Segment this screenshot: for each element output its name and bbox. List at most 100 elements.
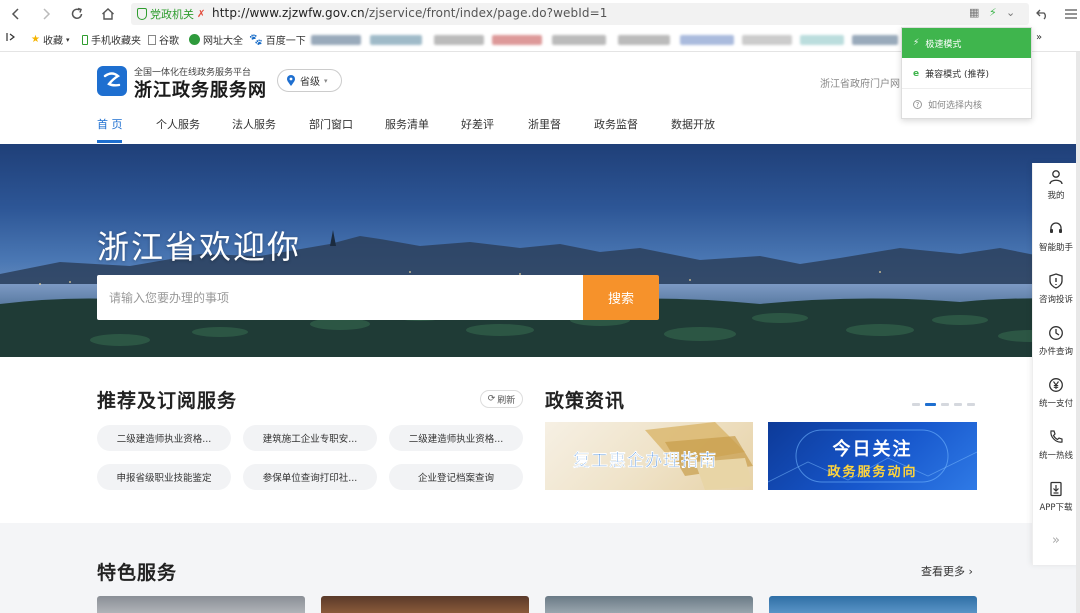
lightning-icon: ⚡ [913,38,920,48]
phone-call-icon [1050,430,1063,443]
lightning-icon[interactable]: ⚡ [989,6,997,19]
bookmark-google[interactable]: 谷歌 [148,32,179,47]
carousel-dot-active[interactable] [925,403,936,406]
undo-icon [1036,9,1046,20]
gov-site-badge[interactable]: 党政机关 ✗ [137,6,205,22]
carousel-dot[interactable] [954,403,962,406]
how-to-choose-link[interactable]: ? 如何选择内核 [902,89,1031,119]
reload-icon [71,7,83,19]
toolbar-complaint[interactable]: 咨询投诉 [1033,267,1079,317]
toolbar-assistant[interactable]: 智能助手 [1033,215,1079,265]
hero-banner: 浙江省欢迎你 搜索 [0,144,1080,357]
nav-personal[interactable]: 个人服务 [156,116,200,132]
bookmark-baidu[interactable]: 🐾 百度一下 [249,32,306,47]
compat-mode-option[interactable]: e 兼容模式 (推荐) [902,59,1031,89]
site-title[interactable]: 浙江政务服务网 [134,76,267,102]
policy-section-title: 政策资讯 [545,390,626,412]
search-button[interactable]: 搜索 [583,275,659,320]
region-label: 省级 [300,77,320,88]
headset-icon [1050,222,1062,233]
bookmark-mobile[interactable]: 手机收藏夹 [82,32,141,47]
fast-mode-option[interactable]: ⚡ 极速模式 [902,28,1031,58]
policy-banner-today[interactable]: 今日关注 政务服务动向 [768,422,977,490]
nav-home[interactable]: 首 页 [97,116,123,132]
gov-label: 党政机关 [150,8,194,21]
carousel-dot[interactable] [941,403,949,406]
region-selector[interactable]: 省级 ▾ [277,69,342,92]
url-text[interactable]: http://www.zjzwfw.gov.cn/zjservice/front… [212,6,608,20]
help-icon: ? [913,99,922,109]
service-item[interactable]: 申报省级职业技能鉴定 [97,464,231,490]
location-pin-icon [287,74,295,86]
double-chevron-right-icon: » [1052,533,1060,548]
feature-section-title: 特色服务 [97,562,178,584]
sidebar-toggle-icon[interactable] [6,32,16,42]
toolbar-hotline[interactable]: 统一热线 [1033,423,1079,473]
policy-banner-today-title: 今日关注 [832,439,913,460]
address-bar[interactable]: 党政机关 ✗ http://www.zjzwfw.gov.cn/zjservic… [131,3,1029,25]
feature-card[interactable] [321,596,529,613]
hamburger-icon [1065,9,1077,19]
page-icon [148,34,156,45]
paw-icon: 🐾 [249,33,263,46]
back-arrow-icon [11,8,19,20]
refresh-icon: ⟳ [487,394,496,404]
blurred-bookmark [852,35,898,45]
carousel-dot[interactable] [967,403,975,406]
nav-legal-person[interactable]: 法人服务 [232,116,276,132]
shield-alert-icon [1049,273,1063,289]
home-icon [102,8,114,20]
download-icon [1050,481,1062,497]
blurred-bookmark [492,35,542,45]
chevron-down-icon[interactable]: ⌄ [1006,6,1015,19]
refresh-button[interactable]: ⟳ 刷新 [480,390,523,408]
feature-card[interactable] [545,596,753,613]
undo-button[interactable] [1033,4,1053,24]
toolbar-progress-query[interactable]: 办件查询 [1033,319,1079,369]
hero-title: 浙江省欢迎你 [97,228,302,266]
service-item[interactable]: 二级建造师执业资格... [97,425,231,451]
service-item[interactable]: 二级建造师执业资格... [389,425,523,451]
menu-button[interactable] [1061,4,1080,24]
search-input[interactable] [97,275,584,320]
nav-supervision-zj[interactable]: 浙里督 [528,116,561,132]
toolbar-payment[interactable]: 统一支付 [1033,371,1079,421]
carousel-dot[interactable] [912,403,920,406]
carousel-dots [912,403,975,406]
toolbar-my[interactable]: 我的 [1033,163,1079,213]
toolbar-collapse[interactable]: » [1033,527,1079,577]
service-item[interactable]: 企业登记档案查询 [389,464,523,490]
logo-icon [103,72,121,87]
blurred-bookmark [800,35,844,45]
nav-gov-supervision[interactable]: 政务监督 [594,116,638,132]
right-toolbar: 我的 智能助手 咨询投诉 办件查询 统一支付 统一热线 APP下载 » [1032,163,1080,565]
policy-banner-guide[interactable]: 复工惠企办理指南 [545,422,753,490]
view-more-link[interactable]: 查看更多 › [921,563,973,579]
forward-button[interactable] [36,4,56,24]
feature-card[interactable] [769,596,977,613]
reload-button[interactable] [67,4,87,24]
bookmark-hao123[interactable]: 网址大全 [189,32,243,47]
url-path: /zjservice/front/index/page.do?webId=1 [364,6,608,20]
nav-service-list[interactable]: 服务清单 [385,116,429,132]
service-item[interactable]: 建筑施工企业专职安... [243,425,377,451]
home-button[interactable] [98,4,118,24]
blurred-bookmark [618,35,670,45]
site-logo[interactable] [97,66,127,96]
feature-card[interactable] [97,596,305,613]
nav-rating[interactable]: 好差评 [461,116,494,132]
caret-down-icon: ▾ [65,35,70,44]
service-item[interactable]: 参保单位查询打印社... [243,464,377,490]
bookmark-favorites[interactable]: ★ 收藏 ▾ [31,32,69,47]
blurred-bookmark [434,35,484,45]
toolbar-app-download[interactable]: APP下载 [1033,475,1079,525]
gov-portal-link[interactable]: 浙江省政府门户网 [820,75,900,90]
bookmarks-overflow-button[interactable]: » [1036,32,1042,43]
back-button[interactable] [6,4,26,24]
policy-banner-today-subtitle: 政务服务动向 [827,465,918,480]
qr-code-icon[interactable]: ▦ [969,6,979,19]
page-scrollbar[interactable] [1076,52,1080,613]
url-host: http://www.zjzwfw.gov.cn [212,6,365,20]
nav-department[interactable]: 部门窗口 [309,116,353,132]
nav-open-data[interactable]: 数据开放 [671,116,715,132]
